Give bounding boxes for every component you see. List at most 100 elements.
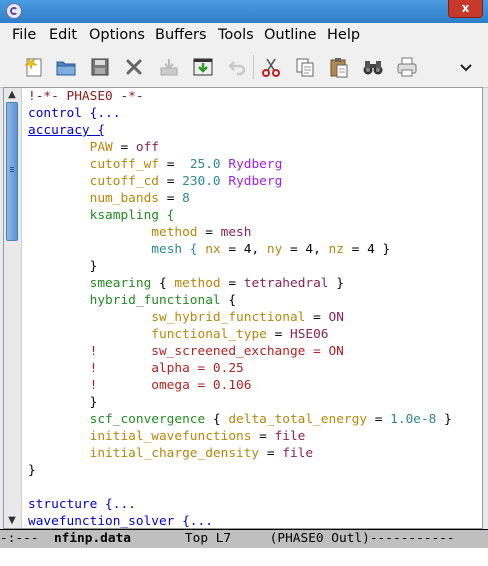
code-token: smearing	[89, 276, 152, 291]
new-file-icon[interactable]	[22, 55, 46, 79]
code-line[interactable]: hybrid_functional {	[28, 292, 452, 309]
code-token: num_bands	[89, 191, 159, 206]
cut-icon[interactable]	[259, 55, 283, 79]
code-line[interactable]: !-*- PHASE0 -*-	[28, 88, 452, 105]
open-folder-icon[interactable]	[54, 55, 78, 79]
code-token: nz	[328, 242, 344, 257]
code-token: ON	[328, 310, 344, 325]
code-line[interactable]: wavefunction_solver {...	[28, 513, 452, 530]
code-line[interactable]: structure {...	[28, 496, 452, 513]
scroll-up-arrow-icon[interactable]: ▲	[4, 88, 20, 102]
code-line[interactable]: }	[28, 258, 452, 275]
code-line[interactable]: PAW = off	[28, 139, 452, 156]
menu-options[interactable]: Options	[89, 27, 145, 43]
code-token: =	[158, 174, 183, 189]
code-line[interactable]: accuracy {	[28, 122, 452, 139]
code-token: ! alpha = 0.25	[89, 361, 244, 376]
code-token: functional_type	[151, 327, 267, 342]
code-token: nx	[205, 242, 221, 257]
code-token: = 4,	[282, 242, 329, 257]
code-line[interactable]: mesh { nx = 4, ny = 4, nz = 4 }	[28, 241, 452, 258]
code-line[interactable]: num_bands = 8	[28, 190, 452, 207]
code-token: 1.0e-8	[390, 412, 437, 427]
menu-edit[interactable]: Edit	[49, 27, 77, 43]
menu-bar: File Edit Options Buffers Tools Outline …	[0, 23, 488, 47]
code-token: }	[28, 259, 98, 274]
code-text[interactable]: !-*- PHASE0 -*- control {... accuracy { PA…	[28, 88, 452, 530]
code-line[interactable]: initial_charge_density = file	[28, 445, 452, 462]
code-token: ny	[266, 242, 283, 257]
code-token: {	[205, 412, 229, 427]
code-line[interactable]: cutoff_cd = 230.0 Rydberg	[28, 173, 452, 190]
code-token: scf_convergence	[89, 412, 206, 427]
download-icon[interactable]	[191, 55, 215, 79]
code-token: ! sw_screened_exchange = ON	[89, 344, 344, 359]
save-icon[interactable]	[157, 55, 181, 79]
emacs-app-icon[interactable]	[6, 3, 22, 19]
code-line[interactable]: control {...	[28, 105, 452, 122]
code-line[interactable]: }	[28, 394, 452, 411]
code-token: mesh {	[151, 242, 198, 257]
menu-file[interactable]: File	[12, 27, 36, 43]
menu-buffers[interactable]: Buffers	[155, 27, 207, 43]
scroll-down-arrow-icon[interactable]: ▼	[4, 514, 20, 528]
code-token: ksampling {	[89, 208, 175, 223]
code-token: =	[158, 157, 190, 172]
minibuffer[interactable]	[0, 548, 488, 566]
print-icon[interactable]	[395, 55, 419, 79]
toolbar-overflow-chevron-icon[interactable]	[454, 55, 478, 79]
paste-icon[interactable]	[327, 55, 351, 79]
code-line[interactable]	[28, 479, 452, 496]
undo-icon[interactable]	[225, 55, 249, 79]
code-token: cutoff_cd	[89, 174, 159, 189]
code-line[interactable]: scf_convergence { delta_total_energy = 1…	[28, 411, 452, 428]
code-line[interactable]: ksampling {	[28, 207, 452, 224]
code-line[interactable]: cutoff_wf = 25.0 Rydberg	[28, 156, 452, 173]
code-line[interactable]: method = mesh	[28, 224, 452, 241]
code-line[interactable]: functional_type = HSE06	[28, 326, 452, 343]
code-token: =	[197, 225, 221, 240]
code-token: accuracy {	[28, 123, 106, 138]
code-token: =	[251, 429, 275, 444]
code-token: = 4,	[220, 242, 267, 257]
code-token: structure {...	[28, 497, 136, 512]
code-line[interactable]: ! alpha = 0.25	[28, 360, 452, 377]
scrollbar-thumb[interactable]	[6, 102, 18, 241]
code-token: =	[259, 446, 283, 461]
code-token: = 4 }	[343, 242, 391, 257]
modeline-fill: -----------	[369, 531, 455, 546]
menu-tools[interactable]: Tools	[218, 27, 254, 43]
code-line[interactable]: sw_hybrid_functional = ON	[28, 309, 452, 326]
editor-buffer[interactable]: ▲ ▼ !-*- PHASE0 -*- control {... accuracy …	[3, 87, 483, 529]
close-x-icon[interactable]	[122, 55, 146, 79]
code-line[interactable]: smearing { method = tetrahedral }	[28, 275, 452, 292]
save-disk-icon[interactable]	[88, 55, 112, 79]
modeline-status: -:---	[0, 531, 54, 546]
code-token: 8	[182, 191, 190, 206]
code-token: }	[436, 412, 452, 427]
code-token: }	[328, 276, 344, 291]
code-line[interactable]: initial_wavefunctions = file	[28, 428, 452, 445]
code-line[interactable]: }	[28, 462, 452, 479]
copy-icon[interactable]	[293, 55, 317, 79]
menu-outline[interactable]: Outline	[264, 27, 316, 43]
window-close-button[interactable]: x	[448, 0, 483, 18]
code-line[interactable]: ! sw_screened_exchange = ON	[28, 343, 452, 360]
vertical-scrollbar[interactable]: ▲ ▼	[4, 88, 22, 528]
code-line[interactable]: ! omega = 0.106	[28, 377, 452, 394]
code-token: {	[220, 293, 237, 308]
menu-help[interactable]: Help	[327, 27, 360, 43]
code-token: =	[158, 191, 183, 206]
search-binoculars-icon[interactable]	[361, 55, 385, 79]
code-token: method	[174, 276, 221, 291]
window-titlebar: x	[0, 0, 488, 23]
